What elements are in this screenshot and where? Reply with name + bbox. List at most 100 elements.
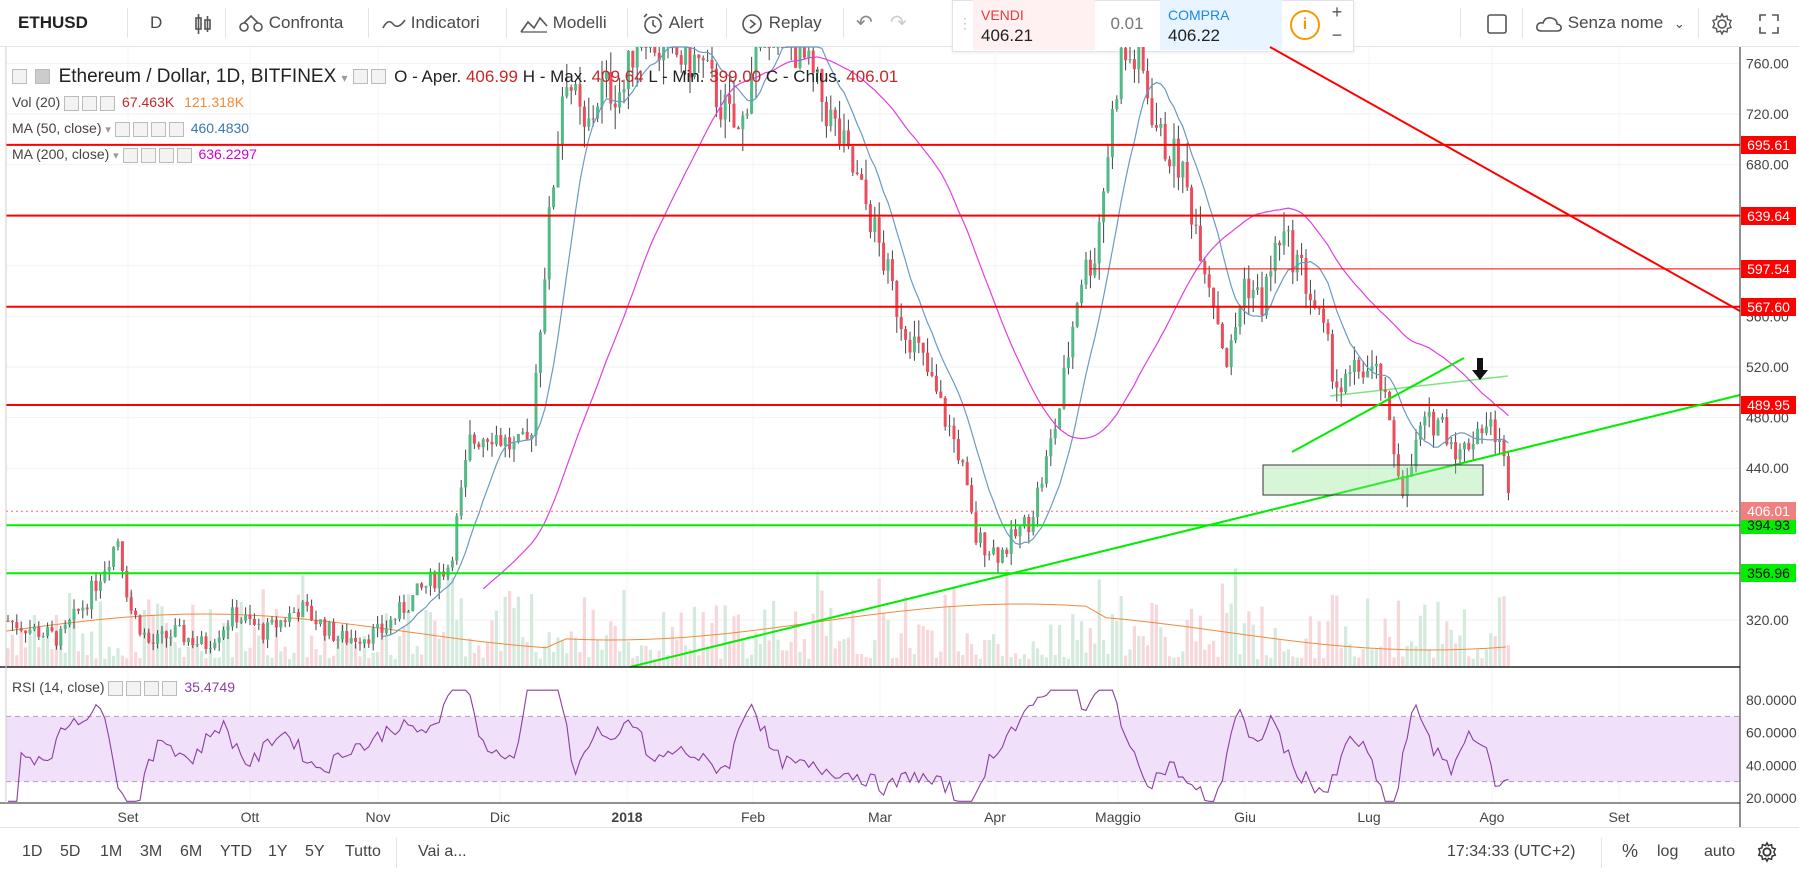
collapse-icon[interactable] — [12, 69, 27, 85]
volume-bar — [780, 650, 784, 667]
close-icon[interactable] — [100, 95, 116, 111]
close-icon[interactable] — [162, 680, 178, 696]
range-button-5d[interactable]: 5D — [60, 828, 80, 875]
candle-body — [978, 532, 982, 543]
rsi-value: 35.4749 — [184, 679, 235, 695]
candle-body — [248, 614, 252, 619]
clock: 17:34:33 (UTC+2) — [1447, 843, 1576, 860]
price-chart[interactable]: 760.00720.00680.00640.00600.00560.00520.… — [0, 0, 1799, 874]
moving-averages — [381, 46, 1509, 638]
candle-body — [516, 433, 520, 443]
volume-bar — [873, 640, 877, 667]
volume-bar — [560, 640, 564, 667]
candle-body — [1066, 357, 1070, 369]
goto-button[interactable]: Vai a... — [418, 828, 467, 875]
candle-body — [1489, 419, 1493, 427]
candle-body — [270, 619, 274, 623]
volume-bar — [468, 638, 472, 667]
volume-bar — [450, 577, 454, 667]
price-level-label: 489.95 — [1741, 396, 1796, 414]
volume-bar — [1278, 639, 1282, 667]
add-icon[interactable] — [158, 147, 174, 163]
volume-bar — [948, 606, 952, 667]
range-button-1m[interactable]: 1M — [100, 828, 122, 875]
gear-icon[interactable] — [132, 121, 148, 137]
volume-bar — [1080, 621, 1084, 667]
price-level-label: 639.64 — [1741, 206, 1796, 225]
low-label: L - Min. — [648, 67, 705, 86]
candle-body — [1198, 225, 1202, 262]
range-button-6m[interactable]: 6M — [180, 828, 202, 875]
add-icon[interactable] — [144, 680, 160, 696]
candle-body — [736, 127, 740, 130]
candle-body — [758, 47, 762, 48]
percent-toggle[interactable]: % — [1622, 828, 1638, 875]
volume-value: 67.463K — [122, 94, 175, 110]
range-button-ytd[interactable]: YTD — [220, 828, 252, 875]
volume-bar — [1392, 657, 1396, 667]
symbol-title: Ethereum / Dollar, 1D, BITFINEX — [58, 66, 337, 87]
log-toggle[interactable]: log — [1657, 828, 1678, 875]
eye-icon[interactable] — [114, 121, 130, 137]
chevron-down-icon[interactable]: ▾ — [105, 124, 111, 136]
chevron-down-icon[interactable]: ▾ — [113, 150, 119, 162]
auto-toggle[interactable]: auto — [1704, 828, 1735, 875]
candle-body — [1044, 456, 1048, 484]
range-button-tutto[interactable]: Tutto — [345, 828, 381, 875]
low-value: 399.00 — [709, 67, 762, 86]
candle-body — [1256, 287, 1260, 290]
eye-icon[interactable] — [122, 147, 138, 163]
close-icon[interactable] — [168, 121, 184, 137]
candle-body — [745, 113, 749, 116]
range-button-3m[interactable]: 3M — [140, 828, 162, 875]
volume-bar — [1436, 601, 1440, 667]
range-button-1d[interactable]: 1D — [22, 828, 42, 875]
candle-body — [384, 628, 388, 633]
volume-bar — [499, 651, 503, 667]
volume-bar — [1247, 611, 1251, 667]
candle-body — [358, 641, 362, 644]
candle-body — [208, 648, 212, 650]
volume-bar — [1326, 620, 1330, 667]
range-button-5y[interactable]: 5Y — [305, 828, 325, 875]
volume-bar — [1322, 658, 1326, 667]
volume-bar — [6, 648, 10, 667]
gear-icon[interactable] — [370, 69, 386, 85]
gear-icon[interactable] — [140, 147, 156, 163]
chevron-down-icon[interactable]: ▾ — [342, 71, 348, 85]
gear-icon[interactable] — [82, 95, 98, 111]
eye-icon[interactable] — [352, 69, 368, 85]
candle-body — [85, 607, 89, 610]
candle-body — [679, 55, 683, 65]
volume-bar — [1432, 657, 1436, 667]
candle-body — [116, 541, 120, 547]
candle-body — [1506, 456, 1510, 494]
candle-body — [763, 47, 767, 48]
axis-settings-button[interactable] — [1756, 828, 1778, 875]
candle-body — [112, 546, 116, 567]
close-icon[interactable] — [176, 147, 192, 163]
candle-body — [156, 634, 160, 644]
x-tick-label: Lug — [1357, 809, 1380, 825]
volume-bar — [1352, 656, 1356, 667]
x-tick-label: Giu — [1234, 809, 1256, 825]
volume-bar — [1242, 623, 1246, 667]
high-label: H - Max. — [522, 67, 587, 86]
volume-bar — [877, 578, 881, 667]
volume-bar — [538, 658, 542, 667]
range-button-1y[interactable]: 1Y — [268, 828, 288, 875]
candle-body — [1423, 416, 1427, 426]
volume-bar — [670, 626, 674, 667]
volume-bar — [85, 655, 89, 667]
y-tick-label: 680.00 — [1746, 157, 1789, 173]
add-icon[interactable] — [150, 121, 166, 137]
volume-bar — [838, 641, 842, 667]
candle-body — [675, 47, 679, 56]
volume-bar — [1454, 643, 1458, 667]
volume-legend: Vol (20) 67.463K 121.318K — [12, 94, 244, 111]
volume-bar — [230, 657, 234, 667]
candle-body — [877, 217, 881, 243]
eye-icon[interactable] — [64, 95, 80, 111]
eye-icon[interactable] — [108, 680, 124, 696]
gear-icon[interactable] — [126, 680, 142, 696]
